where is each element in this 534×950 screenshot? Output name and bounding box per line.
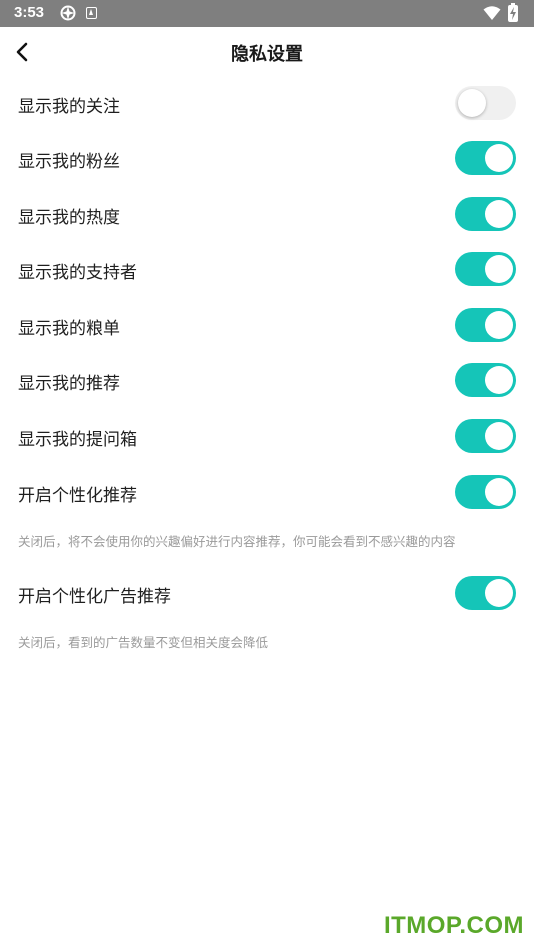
setting-label: 开启个性化推荐 — [18, 486, 137, 506]
show-following-toggle[interactable] — [455, 86, 516, 120]
setting-label: 显示我的粉丝 — [18, 152, 120, 172]
notification-icon — [86, 7, 97, 19]
battery-icon — [508, 3, 518, 22]
status-time: 3:53 — [14, 4, 45, 21]
setting-label: 显示我的粮单 — [18, 319, 120, 339]
toggle-knob — [485, 422, 513, 450]
setting-row-show-question-box: 显示我的提问箱 — [0, 417, 534, 457]
show-supporters-toggle[interactable] — [455, 252, 516, 286]
setting-row-show-fans: 显示我的粉丝 — [0, 139, 534, 179]
wifi-icon — [483, 6, 501, 20]
toggle-knob — [458, 89, 486, 117]
sync-icon — [60, 5, 76, 21]
show-question-box-toggle[interactable] — [455, 419, 516, 453]
show-lists-toggle[interactable] — [455, 308, 516, 342]
status-bar: 3:53 — [0, 0, 534, 27]
charging-bolt-icon — [510, 7, 516, 20]
toggle-knob — [485, 366, 513, 394]
setting-label: 显示我的提问箱 — [18, 430, 137, 450]
show-heat-toggle[interactable] — [455, 197, 516, 231]
toggle-knob — [485, 478, 513, 506]
setting-row-show-heat: 显示我的热度 — [0, 195, 534, 235]
personalized-ads-toggle[interactable] — [455, 576, 516, 610]
setting-row-show-lists: 显示我的粮单 — [0, 306, 534, 346]
watermark: ITMOP.COM — [383, 912, 524, 939]
page-title: 隐私设置 — [231, 44, 303, 65]
setting-label: 显示我的推荐 — [18, 374, 120, 394]
show-recommendations-toggle[interactable] — [455, 363, 516, 397]
toggle-knob — [485, 311, 513, 339]
setting-label: 显示我的热度 — [18, 208, 120, 228]
toggle-knob — [485, 144, 513, 172]
setting-label: 显示我的关注 — [18, 97, 120, 117]
personalized-ads-hint: 关闭后，看到的广告数量不变但相关度会降低 — [18, 635, 269, 650]
setting-row-personalized-recommendations: 开启个性化推荐 — [0, 473, 534, 513]
toggle-knob — [485, 200, 513, 228]
setting-label: 开启个性化广告推荐 — [18, 587, 171, 607]
setting-row-personalized-ads: 开启个性化广告推荐 — [0, 574, 534, 614]
header: 隐私设置 — [0, 27, 534, 79]
setting-row-show-supporters: 显示我的支持者 — [0, 250, 534, 290]
setting-row-show-following: 显示我的关注 — [0, 84, 534, 124]
setting-row-show-recommendations: 显示我的推荐 — [0, 361, 534, 401]
personalized-recommendations-toggle[interactable] — [455, 475, 516, 509]
setting-label: 显示我的支持者 — [18, 263, 137, 283]
personalized-recommendations-hint: 关闭后，将不会使用你的兴趣偏好进行内容推荐，你可能会看到不感兴趣的内容 — [18, 534, 456, 549]
toggle-knob — [485, 579, 513, 607]
show-fans-toggle[interactable] — [455, 141, 516, 175]
toggle-knob — [485, 255, 513, 283]
